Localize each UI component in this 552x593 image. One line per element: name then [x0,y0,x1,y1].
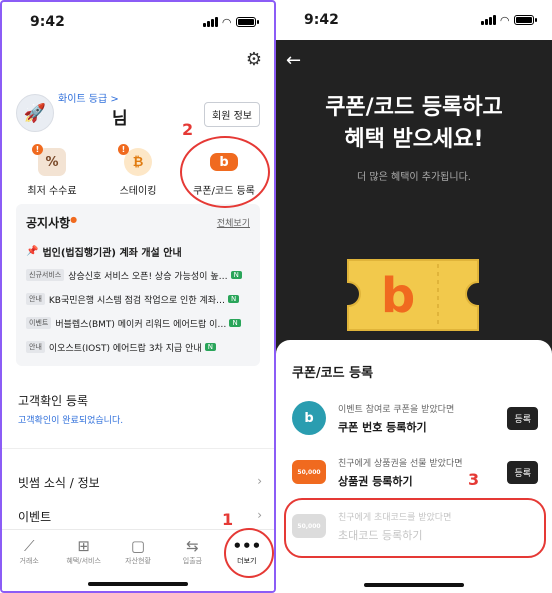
pin-icon: 📌 [26,245,39,257]
notice-panel: 공지사항● 전체보기 📌 법인(법집행기관) 계좌 개설 안내 신규서비스 상승신호… [16,204,260,366]
hero-title: 쿠폰/코드 등록하고 혜택 받으세요! [325,95,503,152]
annotation-circle-2 [180,136,270,208]
quick-staking[interactable]: ₿! 스테이킹 [98,144,178,197]
status-bar: 9:42 ◠ [2,2,274,42]
sheet-title: 쿠폰/코드 등록 [292,366,374,381]
annotation-number-2: 2 [182,120,194,139]
annotation-box-3 [284,498,546,558]
wallet-icon: ▢ [130,537,146,555]
battery-icon [514,15,537,25]
signal-icon [202,17,218,27]
back-arrow-icon[interactable]: ← [286,50,301,71]
option-subtitle: 친구에게 상품권을 선물 받았다면 [338,458,463,469]
notice-item[interactable]: 안내 이오스트(IOST) 에어드랍 3차 지급 안내 N [26,335,250,359]
battery-icon [236,17,259,27]
register-coupon-button[interactable]: 등록 [507,406,538,430]
kyc-section[interactable]: 고객확인 등록 고객확인이 완료되었습니다. [18,392,258,426]
grade-link[interactable]: 화이트 등급 > [58,90,119,105]
grid-icon: ⊞ [77,537,90,555]
wifi-icon: ◠ [500,13,509,27]
notice-item[interactable]: 📌 법인(법집행기관) 계좌 개설 안내 [26,239,250,263]
hero-subtitle: 더 많은 혜택이 추가됩니다. [357,172,471,183]
coupon-icon: b [292,401,326,435]
kyc-status: 고객확인이 완료되었습니다. [18,416,124,426]
notice-item[interactable]: 신규서비스 상승신호 서비스 오픈! 상승 가능성이 높… N [26,263,250,287]
kyc-title: 고객확인 등록 [18,394,89,408]
transfer-icon: ⇆ [186,537,199,555]
quick-label: 최저 수수료 [27,186,77,197]
annotation-circle-1 [224,528,274,578]
chevron-right-icon: › [257,508,262,522]
fee-percent-icon: %! [32,144,66,176]
status-bar: 9:42 ◠ [276,0,552,40]
gift-card-icon: 50,000 [292,460,326,484]
notice-view-all-link[interactable]: 전체보기 [217,216,250,229]
right-screen: 9:42 ◠ ← 쿠폰/코드 등록하고 혜택 받으세요! 더 많은 혜택이 추가… [276,0,552,593]
left-screen: 9:42 ◠ ⚙ 🚀 화이트 등급 > 님 회원 정보 %! 최저 수수료 ₿!… [0,0,276,593]
notice-item[interactable]: 안내 KB국민은행 시스템 점검 작업으로 인한 계좌… N [26,287,250,311]
quick-lowest-fee[interactable]: %! 최저 수수료 [12,144,92,197]
tab-exchange[interactable]: ⟋ 거래소 [2,530,56,591]
staking-coin-icon: ₿! [118,144,152,176]
option-coupon-number[interactable]: b 이벤트 참여로 쿠폰을 받았다면 쿠폰 번호 등록하기 등록 [292,396,538,440]
wifi-icon: ◠ [222,15,231,29]
signal-icon [480,15,496,25]
svg-text:b: b [381,268,415,324]
avatar-rocket-icon: 🚀 [16,94,54,132]
profile-section: 🚀 화이트 등급 > 님 회원 정보 [16,90,260,134]
quick-label: 스테이킹 [119,186,157,197]
member-info-button[interactable]: 회원 정보 [204,102,260,127]
section-divider [2,448,274,449]
nickname: 님 [112,109,128,129]
chevron-right-icon: › [257,474,262,488]
chart-icon: ⟋ [23,537,35,555]
option-title: 상품권 등록하기 [338,474,413,488]
notice-title: 공지사항● [26,215,78,230]
status-time: 9:42 [30,14,65,30]
notice-item[interactable]: 이벤트 버블렙스(BMT) 메이커 리워드 에어드랍 이… N [26,311,250,335]
hero-banner: ← 쿠폰/코드 등록하고 혜택 받으세요! 더 많은 혜택이 추가됩니다. b [276,40,552,360]
home-indicator [88,582,188,586]
settings-gear-icon[interactable]: ⚙ [244,50,264,70]
coupon-ticket-illustration: b [347,259,479,331]
annotation-number-1: 1 [222,510,234,529]
option-title: 쿠폰 번호 등록하기 [338,420,427,434]
annotation-number-3: 3 [468,470,480,489]
menu-news[interactable]: 빗썸 소식 / 정보 › [18,474,262,491]
option-subtitle: 이벤트 참여로 쿠폰을 받았다면 [338,404,455,415]
home-indicator [364,583,464,587]
option-gift-card[interactable]: 50,000 친구에게 상품권을 선물 받았다면 상품권 등록하기 등록 [292,450,538,494]
status-time: 9:42 [304,12,339,28]
register-gift-card-button[interactable]: 등록 [507,460,538,484]
